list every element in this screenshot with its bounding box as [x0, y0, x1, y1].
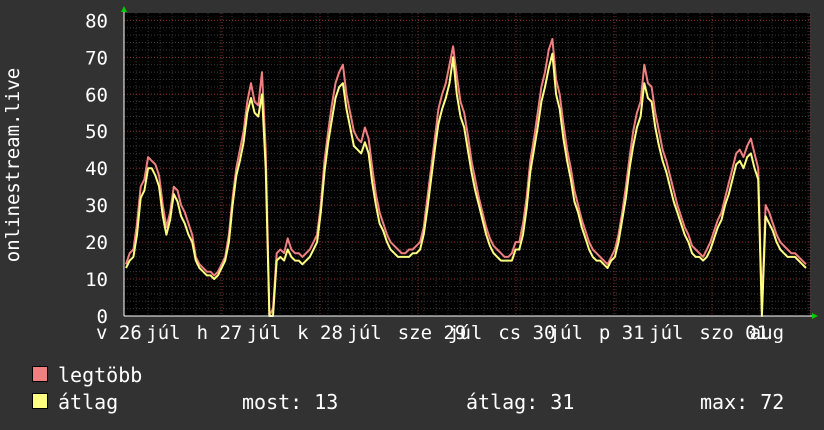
x-tick-label: júl: [146, 322, 180, 344]
x-tick-label: v 26: [96, 322, 142, 344]
x-tick-label: júl: [247, 322, 281, 344]
x-tick-label: cs 30: [498, 322, 555, 344]
y-tick-label: 60: [85, 84, 108, 106]
stat-current: most: 13: [242, 390, 339, 414]
legend: legtöbb átlag most: 13 átlag: 31 max: 72: [30, 362, 810, 416]
plot-area: [124, 13, 810, 316]
x-tick-label: p 31: [599, 322, 645, 344]
y-tick-label: 40: [85, 158, 108, 180]
x-ticks: v 26 júl h 27 júl k 28 júl sze 29júl cs 30júl p …: [96, 322, 784, 344]
y-ticks: 01020304050607080: [85, 10, 108, 328]
chart: 01020304050607080 v 26 júl h 27 júl k 28 júl s…: [2, 6, 818, 344]
x-tick-label: júl: [549, 322, 583, 344]
y-axis-label: onlinestream.live: [2, 68, 24, 262]
stat-average: átlag: 31: [466, 390, 575, 414]
legend-swatch-max: [32, 366, 48, 382]
x-tick-label: júl: [448, 322, 482, 344]
y-tick-label: 30: [85, 195, 108, 217]
x-axis-arrow-icon: [812, 313, 818, 319]
legend-label-avg: átlag: [58, 390, 119, 414]
x-tick-label: h 27: [197, 322, 243, 344]
x-tick-label: júl: [649, 322, 683, 344]
legend-row-avg: átlag most: 13 átlag: 31 max: 72: [30, 389, 810, 416]
y-tick-label: 20: [85, 232, 108, 254]
y-tick-label: 70: [85, 47, 108, 69]
x-tick-label: júl: [347, 322, 381, 344]
x-tick-label: k 28: [297, 322, 343, 344]
y-axis-arrow-icon: [121, 6, 127, 12]
x-tick-label: aug: [750, 322, 784, 344]
stat-max: max: 72: [700, 390, 785, 414]
legend-label-max: legtöbb: [58, 363, 143, 387]
legend-swatch-avg: [32, 393, 48, 409]
y-tick-label: 10: [85, 269, 108, 291]
legend-row-max: legtöbb: [30, 362, 810, 389]
y-tick-label: 50: [85, 121, 108, 143]
y-tick-label: 80: [85, 10, 108, 32]
